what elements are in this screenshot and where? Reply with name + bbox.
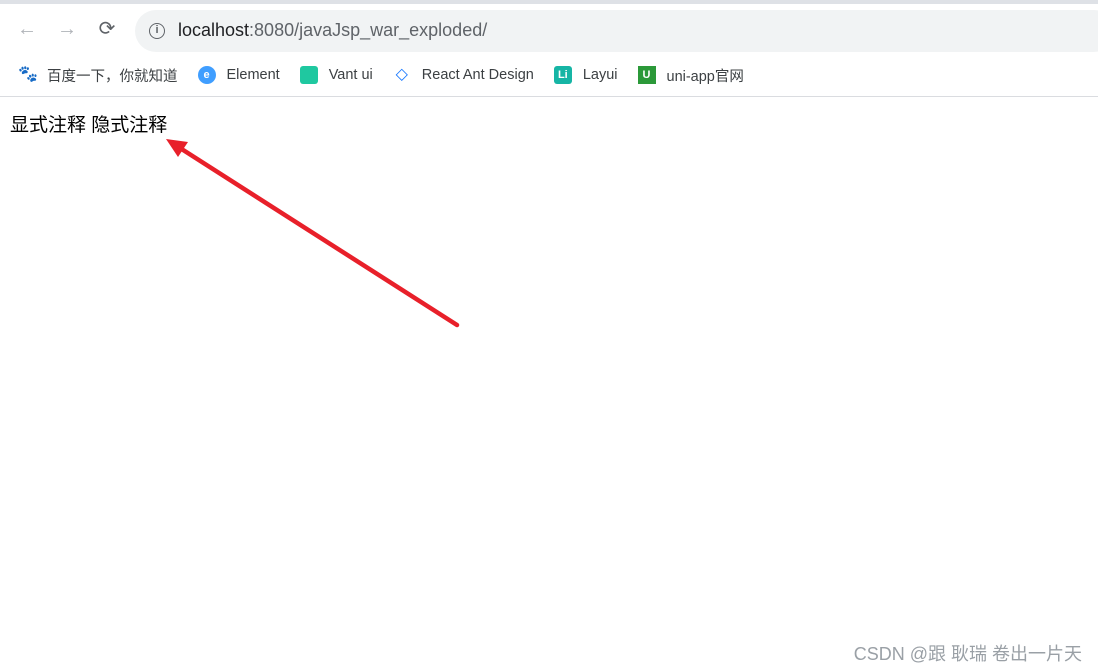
arrow-shaft <box>177 145 460 328</box>
arrow-head <box>166 139 188 157</box>
red-arrow-annotation <box>166 139 460 328</box>
watermark: CSDN @跟 耿瑞 卷出一片天 <box>853 644 1082 664</box>
